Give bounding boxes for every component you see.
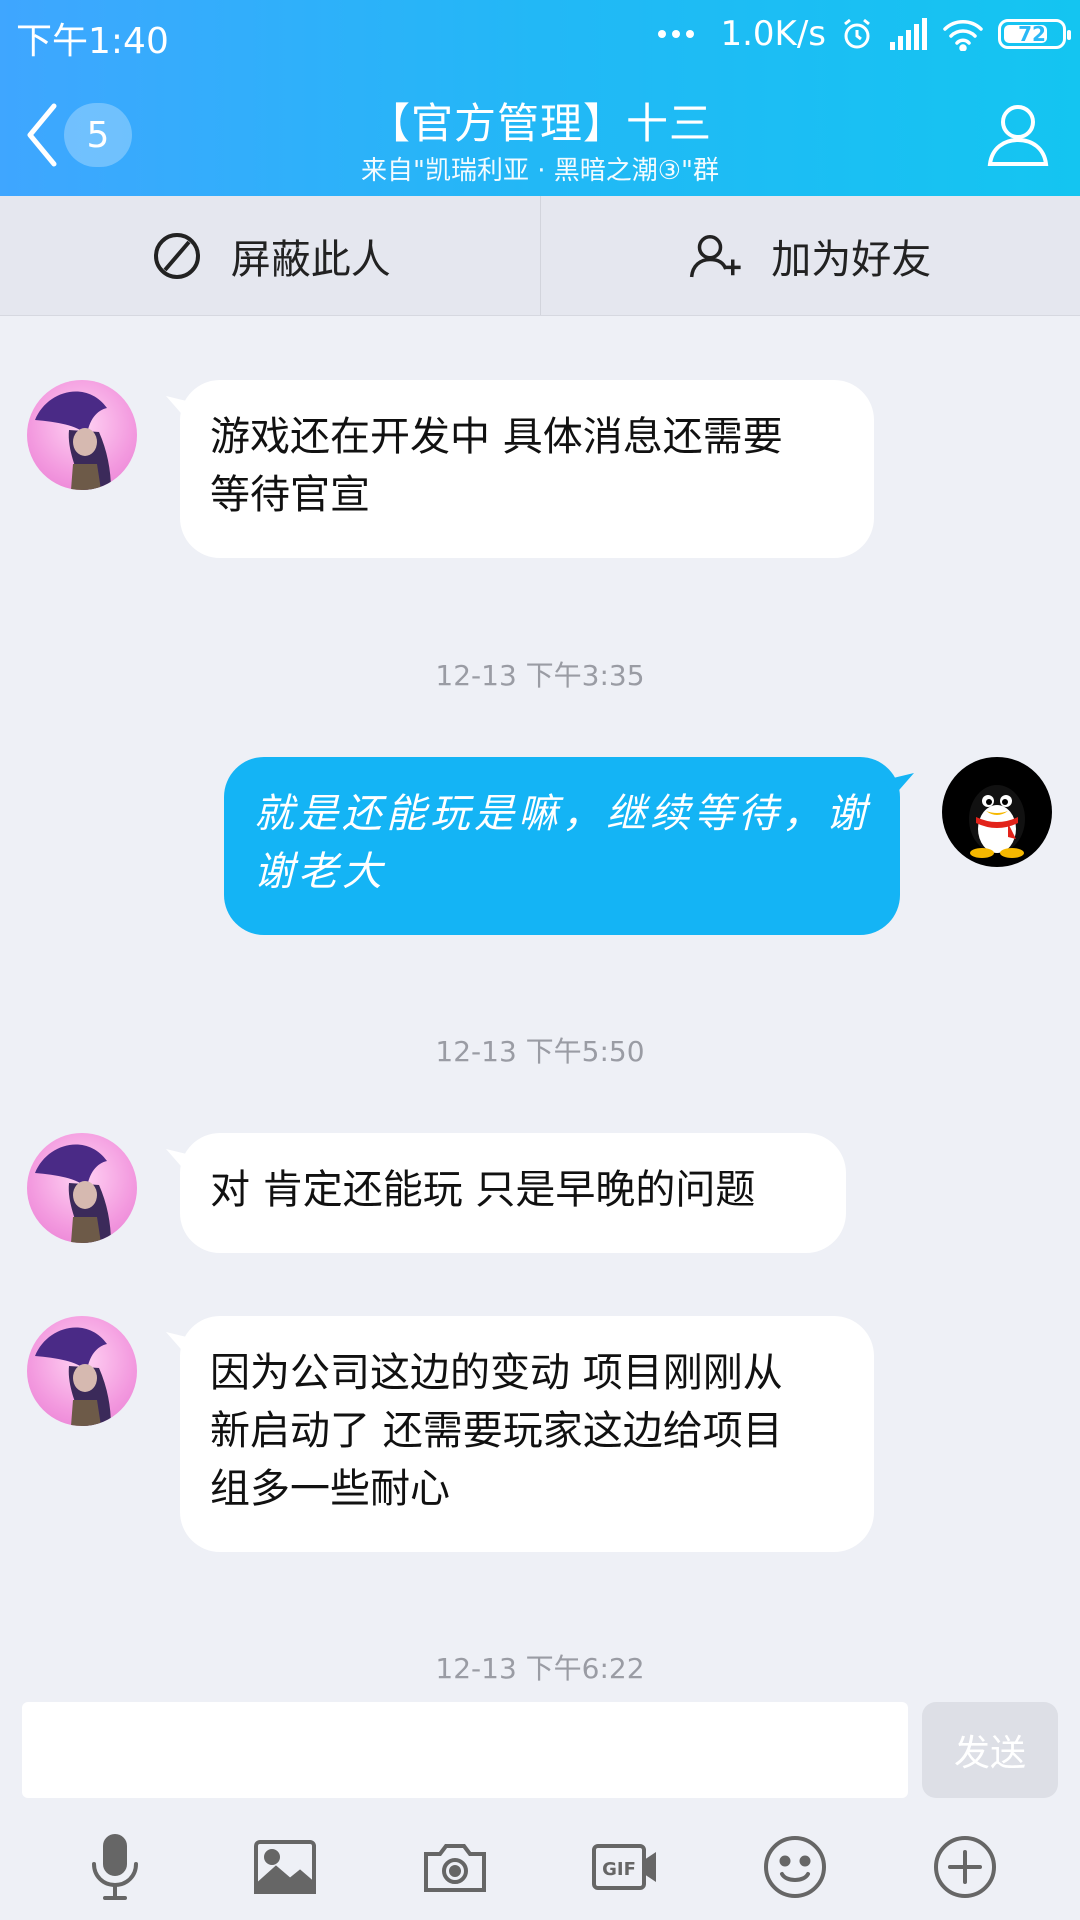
battery-icon: 72 bbox=[998, 19, 1071, 49]
profile-icon[interactable] bbox=[984, 100, 1052, 168]
gif-icon: GIF bbox=[592, 1844, 656, 1890]
add-friend-button[interactable]: 加为好友 bbox=[539, 196, 1080, 315]
image-icon bbox=[254, 1840, 316, 1894]
message-bubble[interactable]: 游戏还在开发中 具体消息还需要 等待官宣 bbox=[180, 380, 874, 558]
status-bar: 下午1:40 1.0K/s 72 bbox=[0, 0, 1080, 70]
block-icon bbox=[153, 232, 200, 279]
block-user-label: 屏蔽此人 bbox=[230, 236, 391, 283]
chat-header: 下午1:40 1.0K/s 72 5 【官方管理】十三 来自"凯瑞利亚 · 黑暗… bbox=[0, 0, 1080, 196]
emoji-button[interactable] bbox=[757, 1829, 833, 1905]
more-notifications-icon bbox=[658, 30, 695, 38]
emoji-icon bbox=[764, 1836, 826, 1898]
status-icons: 1.0K/s 72 bbox=[658, 12, 1071, 56]
add-friend-label: 加为好友 bbox=[771, 236, 932, 283]
send-button[interactable]: 发送 bbox=[922, 1702, 1058, 1798]
voice-button[interactable] bbox=[77, 1829, 153, 1905]
battery-level: 72 bbox=[1018, 22, 1046, 46]
message-input[interactable] bbox=[22, 1702, 908, 1798]
plus-icon bbox=[934, 1836, 996, 1898]
status-time: 下午1:40 bbox=[16, 21, 169, 62]
alarm-icon bbox=[844, 18, 870, 49]
message-text-line: 因为公司这边的变动 项目刚刚从 bbox=[210, 1350, 783, 1396]
sender-avatar[interactable] bbox=[27, 1133, 137, 1243]
message-timestamp: 12-13 下午5:50 bbox=[435, 1035, 645, 1068]
message-bubble[interactable]: 因为公司这边的变动 项目刚刚从 新启动了 还需要玩家这边给项目 组多一些耐心 bbox=[180, 1316, 874, 1552]
composer: 发送 GIF bbox=[0, 1688, 1080, 1920]
message-bubble-outgoing[interactable]: 就是还能玩是嘛，继续等待，谢 谢老大 bbox=[224, 757, 900, 935]
image-button[interactable] bbox=[247, 1829, 323, 1905]
composer-toolbar: GIF bbox=[0, 1814, 1080, 1920]
wifi-icon bbox=[943, 20, 983, 51]
message-text-line: 等待官宣 bbox=[210, 472, 370, 518]
message-bubble[interactable]: 对 肯定还能玩 只是早晚的问题 bbox=[180, 1133, 846, 1253]
network-speed: 1.0K/s bbox=[720, 14, 826, 54]
sender-avatar[interactable] bbox=[27, 1316, 137, 1426]
block-user-button[interactable]: 屏蔽此人 bbox=[0, 196, 540, 315]
message-text-line: 新启动了 还需要玩家这边给项目 bbox=[210, 1408, 783, 1454]
message-timestamp: 12-13 下午3:35 bbox=[435, 659, 645, 692]
message-text-line: 就是还能玩是嘛，继续等待，谢 bbox=[254, 791, 870, 837]
gif-button[interactable]: GIF bbox=[587, 1829, 663, 1905]
svg-text:GIF: GIF bbox=[602, 1859, 636, 1880]
camera-icon bbox=[424, 1844, 486, 1892]
camera-button[interactable] bbox=[417, 1829, 493, 1905]
my-avatar[interactable] bbox=[942, 757, 1052, 867]
message-text-line: 组多一些耐心 bbox=[210, 1466, 450, 1512]
more-button[interactable] bbox=[927, 1829, 1003, 1905]
action-bar: 屏蔽此人 加为好友 bbox=[0, 196, 1080, 316]
chat-subtitle: 来自"凯瑞利亚 · 黑暗之潮③"群 bbox=[360, 156, 720, 186]
message-timestamp: 12-13 下午6:22 bbox=[435, 1652, 645, 1685]
qq-penguin-icon bbox=[969, 785, 1025, 858]
message-text-line: 谢老大 bbox=[254, 849, 386, 895]
message-text-line: 对 肯定还能玩 只是早晚的问题 bbox=[210, 1167, 756, 1213]
message-text-line: 游戏还在开发中 具体消息还需要 bbox=[210, 414, 783, 460]
microphone-icon bbox=[92, 1834, 138, 1900]
sender-avatar[interactable] bbox=[27, 380, 137, 490]
add-friend-icon bbox=[690, 234, 741, 277]
chat-title: 【官方管理】十三 bbox=[367, 99, 712, 148]
signal-icon bbox=[890, 18, 927, 50]
